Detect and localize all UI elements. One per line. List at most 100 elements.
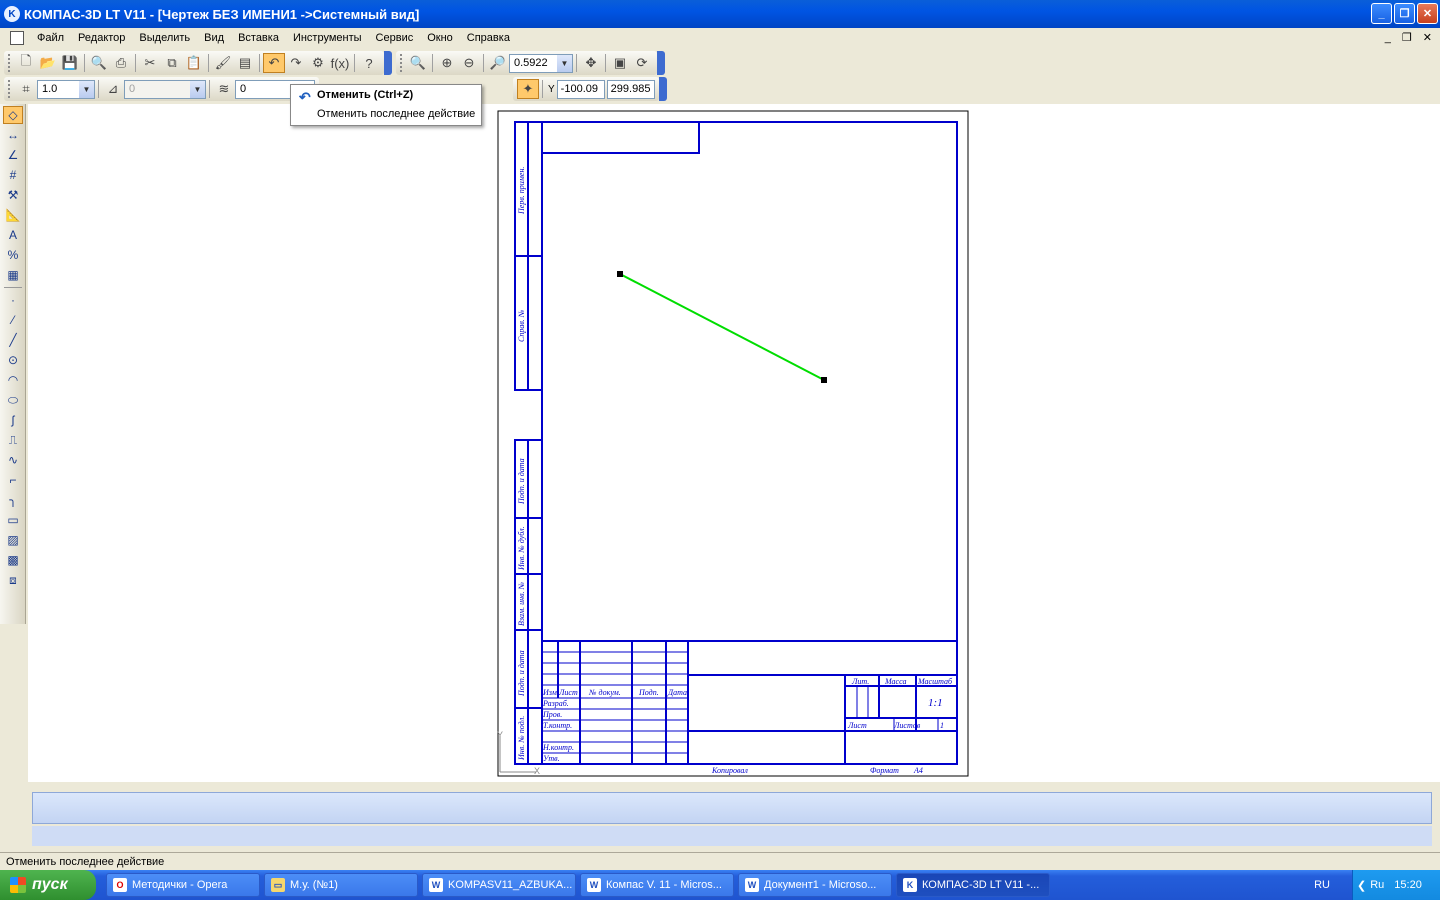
bezier-icon[interactable]: ∿	[3, 451, 23, 469]
windows-logo-icon	[10, 877, 26, 893]
menu-window[interactable]: Окно	[420, 32, 460, 44]
task-kompas[interactable]: K КОМПАС-3D LT V11 -...	[896, 873, 1050, 897]
menu-editor[interactable]: Редактор	[71, 32, 132, 44]
menu-tools[interactable]: Инструменты	[286, 32, 369, 44]
menu-insert[interactable]: Вставка	[231, 32, 286, 44]
ellipse-icon[interactable]: ⬭	[3, 391, 23, 409]
segment-icon[interactable]: ╱	[3, 331, 23, 349]
stamp-role-approved: Утв.	[543, 754, 560, 763]
cut-icon[interactable]: ✂	[139, 53, 161, 73]
close-button[interactable]: ✕	[1417, 3, 1438, 24]
zoom-combo[interactable]: 0.5922 ▼	[509, 53, 573, 73]
point-icon[interactable]: ·	[3, 291, 23, 309]
stamp-role-tech-control: Т.контр.	[543, 721, 572, 730]
redo-icon[interactable]: ↷	[285, 53, 307, 73]
task-word-azbuka[interactable]: W KOMPASV11_AZBUKA...	[422, 873, 576, 897]
drawing-sheet[interactable]: Перв. примен. Справ. № Подп. и дата Инв.…	[28, 104, 1440, 782]
zoom-out-icon[interactable]: ⊖	[458, 53, 480, 73]
measure-panel-icon[interactable]: 📐	[3, 206, 23, 224]
hatch-icon[interactable]: ▨	[3, 531, 23, 549]
task-word-doc1[interactable]: W Документ1 - Microso...	[738, 873, 892, 897]
refresh-icon[interactable]: ⟳	[631, 53, 653, 73]
snap-toggle-icon[interactable]: ✦	[517, 79, 539, 99]
document-icon[interactable]	[10, 31, 24, 45]
collect-contour-icon[interactable]: ⧈	[3, 571, 23, 589]
language-indicator[interactable]: RU	[1314, 879, 1330, 891]
help-pointer-icon[interactable]: ?	[358, 53, 380, 73]
chevron-down-icon[interactable]: ▼	[190, 80, 205, 98]
spec-panel-icon[interactable]: %	[3, 246, 23, 264]
reports-panel-icon[interactable]: ▦	[3, 266, 23, 284]
paste-icon[interactable]: 📋	[183, 53, 205, 73]
circle-icon[interactable]: ⊙	[3, 351, 23, 369]
spline-icon[interactable]: ʃ	[3, 411, 23, 429]
save-icon[interactable]: 💾	[59, 53, 81, 73]
parametrization-panel-icon[interactable]: ⚒	[3, 186, 23, 204]
properties-panel-body[interactable]	[32, 792, 1432, 824]
task-word-kompas[interactable]: W Компас V. 11 - Micros...	[580, 873, 734, 897]
format-brush-icon[interactable]: 🖌	[212, 53, 234, 73]
mdi-window-controls[interactable]: _ ❐ ✕	[1385, 31, 1436, 44]
manager-icon[interactable]: ⚙	[307, 53, 329, 73]
editing-panel-icon[interactable]: #	[3, 166, 23, 184]
chevron-down-icon[interactable]: ▼	[79, 80, 94, 98]
coord-x-field[interactable]: -100.09	[556, 79, 605, 99]
menu-view[interactable]: Вид	[197, 32, 231, 44]
dimensions-panel-icon[interactable]: ↔	[3, 126, 23, 144]
opera-icon: O	[113, 878, 127, 892]
select-panel-icon[interactable]: A	[3, 226, 23, 244]
stamp-scale-label: Масштаб	[917, 677, 953, 686]
show-all-icon[interactable]: ▣	[609, 53, 631, 73]
segment-end-handle[interactable]	[821, 377, 827, 383]
zoom-scale-icon[interactable]: 🔎	[487, 53, 509, 73]
rectangle-icon[interactable]: ▭	[3, 511, 23, 529]
tray-lang[interactable]: Ru	[1370, 879, 1384, 891]
angle-combo[interactable]: 0 ▼	[124, 79, 206, 99]
segment-start-handle[interactable]	[617, 271, 623, 277]
coord-y-field[interactable]: 299.985	[606, 79, 655, 99]
arc-icon[interactable]: ◠	[3, 371, 23, 389]
undo-icon: ↶	[299, 89, 311, 105]
kompas-app-icon[interactable]: K	[4, 6, 20, 22]
chevron-down-icon[interactable]: ▼	[557, 54, 572, 72]
aux-line-icon[interactable]: ⁄	[3, 311, 23, 329]
toolbar-grip[interactable]	[8, 54, 11, 72]
polyline-icon[interactable]: ⎍	[3, 431, 23, 449]
chamfer-icon[interactable]: ⌐	[3, 471, 23, 489]
tray-expand-icon[interactable]: ❮	[1357, 879, 1366, 892]
zoom-in-icon[interactable]: ⊕	[436, 53, 458, 73]
task-opera[interactable]: O Методички - Opera	[106, 873, 260, 897]
copy-icon[interactable]: ⧉	[161, 53, 183, 73]
menu-file[interactable]: Файл	[30, 32, 71, 44]
properties-icon[interactable]: ▤	[234, 53, 256, 73]
properties-panel-tabs[interactable]	[32, 826, 1432, 846]
menu-service[interactable]: Сервис	[369, 32, 421, 44]
pan-icon[interactable]: ✥	[580, 53, 602, 73]
step-combo[interactable]: 1.0 ▼	[37, 79, 95, 99]
open-file-icon[interactable]: 📂	[37, 53, 59, 73]
word-icon: W	[745, 878, 759, 892]
new-file-icon[interactable]: 🗋	[15, 53, 37, 73]
tooltip-title: Отменить (Ctrl+Z)	[317, 89, 414, 101]
menu-help[interactable]: Справка	[460, 32, 517, 44]
menu-select[interactable]: Выделить	[132, 32, 197, 44]
undo-icon[interactable]: ↶	[263, 53, 285, 73]
minimize-button[interactable]: _	[1371, 3, 1392, 24]
clock[interactable]: 15:20	[1394, 879, 1422, 891]
fill-icon[interactable]: ▩	[3, 551, 23, 569]
fillet-icon[interactable]: ╮	[3, 491, 23, 509]
angle-icon[interactable]: ⊿	[102, 79, 124, 99]
snap-grid-icon[interactable]: ⌗	[15, 79, 37, 99]
drawing-canvas[interactable]: Перв. примен. Справ. № Подп. и дата Инв.…	[28, 104, 1440, 782]
restore-button[interactable]: ❐	[1394, 3, 1415, 24]
zoom-window-icon[interactable]: 🔍	[407, 53, 429, 73]
layers-icon[interactable]: ≋	[213, 79, 235, 99]
start-button[interactable]: пуск	[0, 870, 96, 900]
variables-icon[interactable]: f(x)	[329, 53, 351, 73]
print-preview-icon[interactable]: 🔍	[88, 53, 110, 73]
geometry-panel-icon[interactable]: ◇	[3, 106, 23, 124]
symbols-panel-icon[interactable]: ∠	[3, 146, 23, 164]
print-icon[interactable]: ⎙	[110, 53, 132, 73]
tooltip-description: Отменить последнее действие	[317, 108, 476, 120]
task-folder[interactable]: ▭ М.у. (№1)	[264, 873, 418, 897]
